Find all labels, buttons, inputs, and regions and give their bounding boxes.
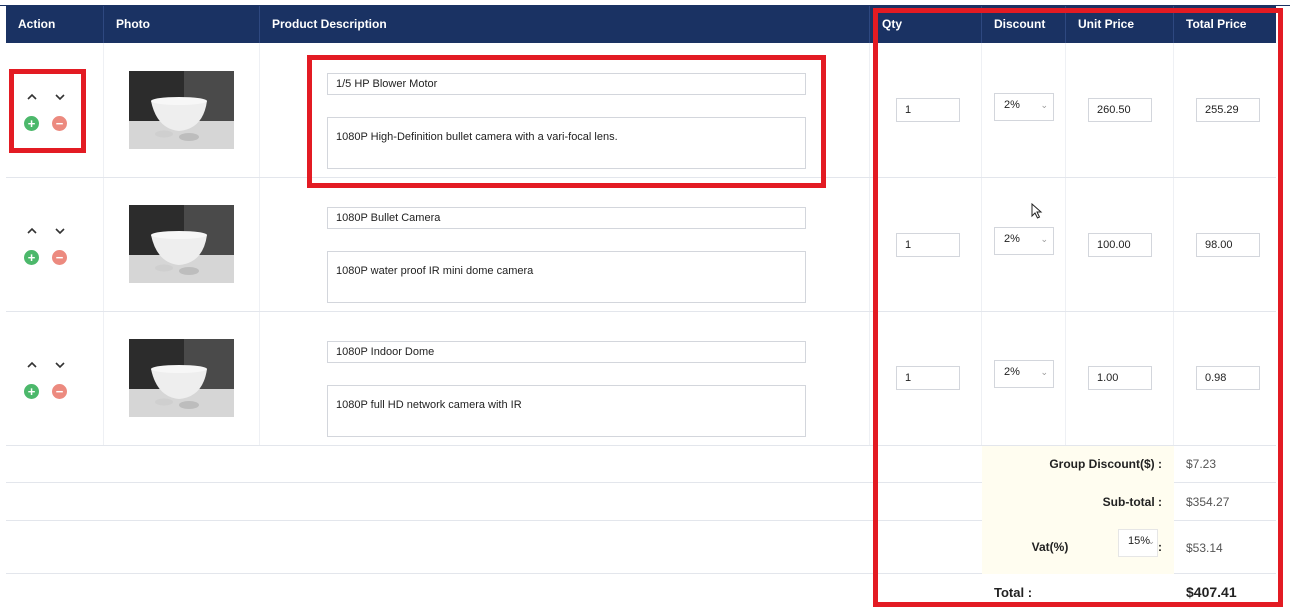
header-total-price: Total Price — [1186, 17, 1247, 31]
chevron-down-icon: ⌄ — [1147, 536, 1155, 546]
product-description-field[interactable]: 1080P full HD network camera with IR — [327, 385, 806, 437]
group-discount-row: Group Discount($) : $7.23 — [6, 446, 1276, 483]
product-name-field[interactable]: 1/5 HP Blower Motor — [327, 73, 806, 95]
unit-price-input[interactable]: 260.50 — [1088, 98, 1152, 122]
mouse-cursor-icon — [1031, 202, 1043, 224]
chevron-down-icon: ⌄ — [1040, 367, 1048, 377]
move-down-icon[interactable] — [53, 358, 67, 372]
subtotal-value: $354.27 — [1186, 495, 1230, 509]
header-product-description: Product Description — [260, 6, 870, 43]
group-discount-label: Group Discount($) : — [1049, 457, 1162, 471]
product-photo — [129, 205, 234, 283]
discount-select[interactable]: 2% ⌄ — [994, 227, 1054, 255]
vat-value: $53.14 — [1186, 541, 1223, 555]
product-name-field[interactable]: 1080P Indoor Dome — [327, 341, 806, 363]
vat-label: Vat(%) — [1031, 540, 1069, 554]
product-photo — [129, 339, 234, 417]
remove-row-icon[interactable]: − — [52, 116, 67, 131]
total-price-input[interactable]: 255.29 — [1196, 98, 1260, 122]
group-discount-value: $7.23 — [1186, 457, 1217, 471]
vat-colon: : — [1158, 540, 1162, 554]
table-row: + − 1/5 HP Blower Motor 1080P High-Defin… — [6, 43, 1276, 178]
header-qty: Qty — [870, 6, 982, 43]
total-price-input[interactable]: 0.98 — [1196, 366, 1260, 390]
total-value: $407.41 — [1186, 584, 1237, 600]
qty-input[interactable]: 1 — [896, 366, 960, 390]
qty-input[interactable]: 1 — [896, 233, 960, 257]
unit-price-input[interactable]: 100.00 — [1088, 233, 1152, 257]
add-row-icon[interactable]: + — [24, 384, 39, 399]
move-up-icon[interactable] — [25, 224, 39, 238]
header-discount: Discount — [982, 6, 1066, 43]
remove-row-icon[interactable]: − — [52, 384, 67, 399]
move-up-icon[interactable] — [25, 358, 39, 372]
header-unit-price: Unit Price — [1066, 6, 1174, 43]
total-row: Total : $407.41 — [6, 574, 1276, 609]
remove-row-icon[interactable]: − — [52, 250, 67, 265]
unit-price-input[interactable]: 1.00 — [1088, 366, 1152, 390]
header-photo: Photo — [104, 6, 260, 43]
subtotal-row: Sub-total : $354.27 — [6, 483, 1276, 521]
subtotal-label: Sub-total : — [1102, 495, 1162, 509]
chevron-down-icon: ⌄ — [1040, 234, 1048, 244]
product-description-field[interactable]: 1080P water proof IR mini dome camera — [327, 251, 806, 303]
product-photo — [129, 71, 234, 149]
table-row: + − 1080P Bullet Camera 1080P water proo… — [6, 178, 1276, 312]
table-header: Action Photo Product Description Qty Dis… — [6, 6, 1276, 43]
add-row-icon[interactable]: + — [24, 250, 39, 265]
qty-input[interactable]: 1 — [896, 98, 960, 122]
product-description-field[interactable]: 1080P High-Definition bullet camera with… — [327, 117, 806, 169]
vat-select[interactable]: 15% ⌄ — [1118, 529, 1158, 557]
chevron-down-icon: ⌄ — [1040, 100, 1048, 110]
move-up-icon[interactable] — [25, 90, 39, 104]
move-down-icon[interactable] — [53, 90, 67, 104]
header-action: Action — [6, 6, 104, 43]
product-name-field[interactable]: 1080P Bullet Camera — [327, 207, 806, 229]
vat-row: Vat(%) 15% ⌄ : $53.14 — [6, 521, 1276, 574]
total-label: Total : — [994, 585, 1033, 600]
add-row-icon[interactable]: + — [24, 116, 39, 131]
move-down-icon[interactable] — [53, 224, 67, 238]
table-row: + − 1080P Indoor Dome 1080P full HD netw… — [6, 312, 1276, 446]
discount-select[interactable]: 2% ⌄ — [994, 93, 1054, 121]
discount-select[interactable]: 2% ⌄ — [994, 360, 1054, 388]
total-price-input[interactable]: 98.00 — [1196, 233, 1260, 257]
